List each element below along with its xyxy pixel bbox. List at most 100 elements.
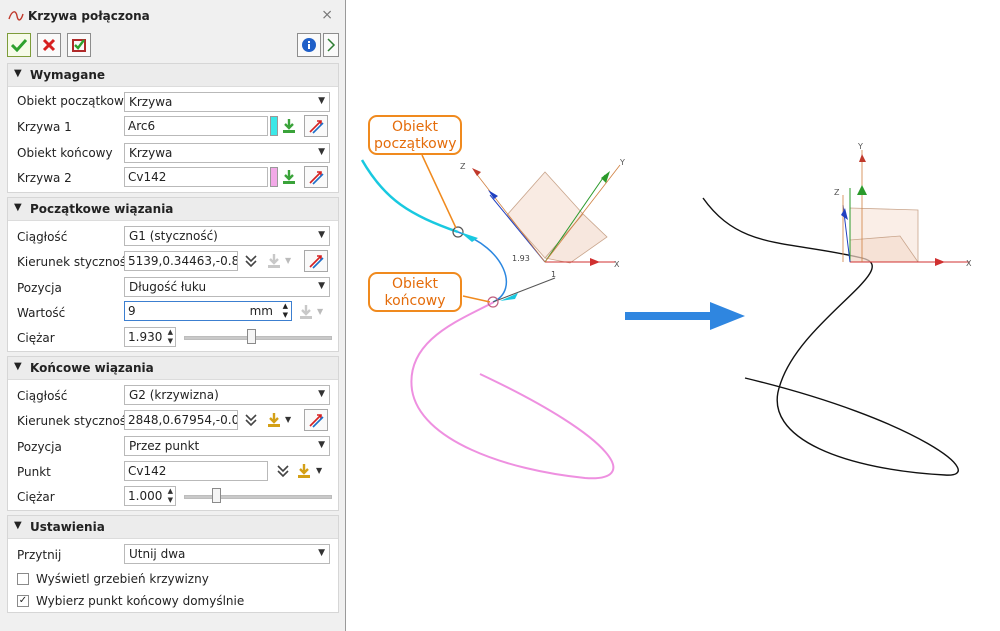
weight-tag: 1.93 (512, 254, 530, 263)
point-label: Punkt (17, 465, 51, 479)
spin-arrows-icon[interactable]: ▲ ▼ (168, 487, 173, 505)
callout-end-object: Obiekt końcowy (368, 272, 462, 312)
continuity-select[interactable]: G1 (styczność) ▼ (124, 226, 330, 246)
cross-icon (42, 38, 56, 52)
chevron-down-icon: ▼ (318, 389, 325, 399)
weight-slider[interactable] (184, 486, 332, 506)
pick-point-icon[interactable] (296, 463, 312, 479)
dialog-titlebar: Krzywa połączona ⨯ (0, 0, 345, 32)
curve2-input[interactable]: Cv142 (124, 167, 268, 187)
end-object-select[interactable]: Krzywa ▼ (124, 143, 330, 163)
point-input[interactable]: Cv142 (124, 461, 268, 481)
chevron-down-icon: ▼ (318, 230, 325, 240)
pick-download-icon[interactable] (281, 169, 297, 185)
slider-thumb[interactable] (247, 329, 256, 344)
collapse-arrow-icon: ▼ (14, 361, 22, 372)
section-settings-header[interactable]: ▼ Ustawienia (8, 516, 338, 539)
value-value: 9 (128, 304, 136, 318)
tangent-direction-value: 5139,0.34463,-0.81753 (128, 254, 237, 268)
weight-value: 1.000 (128, 489, 163, 503)
section-required: ▼ Wymagane Obiekt początkowy Krzywa ▼ Kr… (7, 63, 339, 193)
reverse-direction-button[interactable] (304, 115, 328, 137)
spin-arrows-icon[interactable]: ▲ ▼ (283, 302, 288, 320)
tangent-line (492, 277, 556, 303)
chevron-down-icon: ▼ (318, 147, 325, 157)
end-tag: 1 (551, 270, 556, 279)
end-object-label: Obiekt końcowy (17, 146, 113, 160)
start-object-label: Obiekt początkowy (17, 94, 131, 108)
apply-button[interactable] (67, 33, 91, 57)
chevron-down-icon: ▼ (285, 256, 292, 265)
flip-arrows-icon (309, 414, 324, 428)
flip-arrows-icon (309, 255, 324, 269)
curve2-label: Krzywa 2 (17, 171, 72, 185)
weight-slider[interactable] (184, 327, 332, 347)
position-label: Pozycja (17, 281, 62, 295)
pick-vector-icon[interactable] (266, 412, 282, 428)
slider-track (184, 495, 332, 499)
value-input[interactable]: 9 mm ▲ ▼ (124, 301, 292, 321)
end-object-value: Krzywa (129, 146, 173, 160)
show-comb-checkbox[interactable] (17, 573, 29, 585)
chevron-down-icon: ▼ (318, 96, 325, 106)
section-title: Wymagane (30, 68, 106, 82)
section-start-constraints-header[interactable]: ▼ Początkowe wiązania (8, 198, 338, 221)
trim-select[interactable]: Utnij dwa ▼ (124, 544, 330, 564)
section-required-header[interactable]: ▼ Wymagane (8, 64, 338, 87)
section-end-constraints-header[interactable]: ▼ Końcowe wiązania (8, 357, 338, 380)
chevron-down-icon[interactable]: ▼ (316, 466, 322, 475)
reverse-direction-button[interactable] (304, 409, 328, 431)
position-select[interactable]: Przez punkt ▼ (124, 436, 330, 456)
expand-panel-button[interactable] (323, 33, 339, 57)
trim-value: Utnij dwa (129, 547, 186, 561)
value-unit: mm (249, 304, 273, 318)
pick-default-checkbox[interactable]: ✓ (17, 595, 29, 607)
double-chevron-down-icon[interactable] (276, 464, 290, 478)
axis-x-label: X (966, 259, 972, 268)
tangent-direction-input[interactable]: 5139,0.34463,-0.81753 (124, 251, 238, 271)
info-button[interactable] (297, 33, 321, 57)
callout-start-object: Obiekt początkowy (368, 115, 462, 155)
weight-spinner[interactable]: 1.000 ▲ ▼ (124, 486, 176, 506)
checkmark-icon (11, 38, 27, 52)
axis-y-label: Y (619, 158, 625, 167)
axis-y-label: Y (857, 142, 863, 151)
start-object-select[interactable]: Krzywa ▼ (124, 92, 330, 112)
curve2-value: Cv142 (128, 170, 167, 184)
tangent-direction-input[interactable]: 2848,0.67954,-0.08683 (124, 410, 238, 430)
weight-label: Ciężar (17, 490, 55, 504)
axis-z-label: Z (834, 188, 840, 197)
start-object-value: Krzywa (129, 95, 173, 109)
reverse-direction-button[interactable] (304, 250, 328, 272)
continuity-label: Ciągłość (17, 230, 68, 244)
ok-button[interactable] (7, 33, 31, 57)
apply-icon (72, 39, 86, 52)
section-end-constraints: ▼ Końcowe wiązania Ciągłość G2 (krzywizn… (7, 356, 339, 511)
continuity-value: G1 (styczność) (129, 229, 218, 243)
curve-arc6[interactable] (360, 159, 459, 234)
close-icon[interactable]: ⨯ (321, 7, 333, 23)
viewport-3d[interactable]: 1.93 1 Z Y X Y Z X (347, 0, 1000, 631)
section-title: Końcowe wiązania (30, 361, 154, 375)
chevron-down-icon[interactable]: ▼ (285, 415, 291, 424)
double-chevron-down-icon[interactable] (244, 413, 258, 427)
axis-x-label: X (614, 260, 620, 269)
show-comb-label: Wyświetl grzebień krzywizny (36, 572, 209, 586)
weight-spinner[interactable]: 1.930 ▲ ▼ (124, 327, 176, 347)
result-curve[interactable] (702, 197, 959, 476)
spin-arrows-icon[interactable]: ▲ ▼ (168, 328, 173, 346)
curve2-color-swatch (270, 167, 278, 187)
curve-cv142[interactable] (410, 301, 615, 480)
double-chevron-down-icon[interactable] (244, 254, 258, 268)
pick-download-icon[interactable] (281, 118, 297, 134)
continuity-select[interactable]: G2 (krzywizna) ▼ (124, 385, 330, 405)
connecting-curve-preview[interactable] (457, 231, 508, 303)
slider-thumb[interactable] (212, 488, 221, 503)
weight-value: 1.930 (128, 330, 163, 344)
reverse-direction-button[interactable] (304, 166, 328, 188)
curve1-input[interactable]: Arc6 (124, 116, 268, 136)
callout-start-pointer (421, 154, 457, 229)
cancel-button[interactable] (37, 33, 61, 57)
point-value: Cv142 (128, 464, 167, 478)
position-select[interactable]: Długość łuku ▼ (124, 277, 330, 297)
